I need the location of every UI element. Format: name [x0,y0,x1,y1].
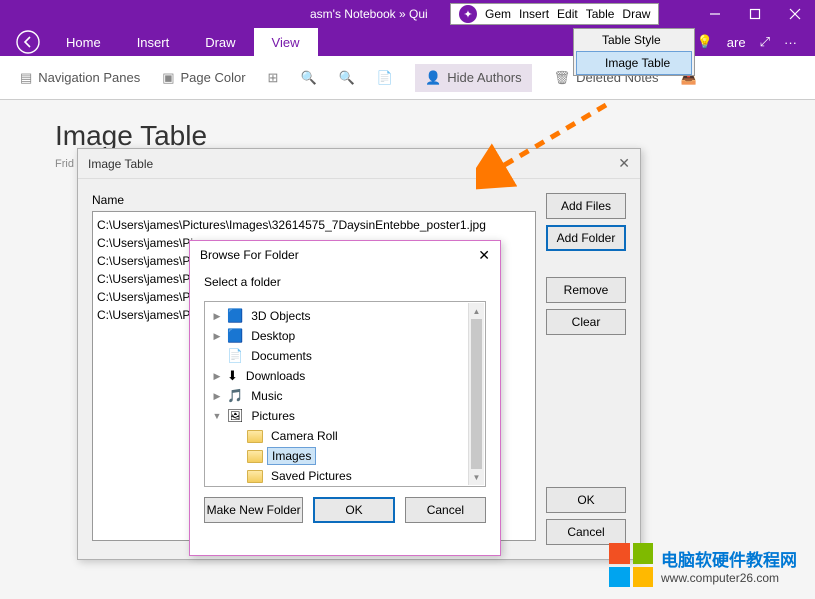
expand-icon[interactable]: ▼ [211,411,223,421]
gem-menu-bar: ✦ Gem Insert Edit Table Draw [450,3,659,25]
zoom-in-icon: 🔍 [339,70,355,86]
remove-button[interactable]: Remove [546,277,626,303]
watermark: 电脑软硬件教程网 www.computer26.com [609,543,797,587]
tree-label[interactable]: Saved Pictures [267,468,356,484]
folder-icon: 🟦 [227,308,243,324]
trash-icon: 🗑 [554,70,571,86]
tree-node[interactable]: ▶ 🟦3D Objects [207,306,483,326]
gem-menu-gem[interactable]: Gem [485,7,511,21]
tree-label[interactable]: Camera Roll [267,428,342,444]
tree-label[interactable]: Music [247,388,286,404]
maximize-button[interactable] [735,0,775,28]
close-button[interactable] [775,0,815,28]
nav-panes-button[interactable]: ▤Navigation Panes [20,70,140,86]
folder-icon [247,450,263,463]
tab-view[interactable]: View [254,28,318,56]
scrollbar[interactable]: ▲ ▼ [468,303,484,485]
tell-me-icon[interactable]: 💡 [697,34,713,50]
dialog-title: Image Table [88,157,153,171]
windows-logo-icon [609,543,653,587]
watermark-url: www.computer26.com [661,571,797,585]
page-color-icon: ▣ [162,70,174,86]
author-icon: 👤 [425,70,441,86]
fullscreen-icon[interactable]: ⤢ [760,34,770,50]
tree-label[interactable]: 3D Objects [247,308,314,324]
zoom-out-icon: 🔍 [300,70,316,86]
scroll-thumb[interactable] [471,319,482,469]
close-icon[interactable]: ✕ [618,155,630,172]
gem-menu-insert[interactable]: Insert [519,7,549,21]
expand-icon[interactable]: ▶ [211,371,223,382]
gem-menu-table[interactable]: Table [586,7,615,21]
folder-icon [247,470,263,483]
add-files-button[interactable]: Add Files [546,193,626,219]
add-folder-button[interactable]: Add Folder [546,225,626,251]
folder-tree[interactable]: ▶🟦3D Objects▶🟦Desktop📄Documents▶⬇Downloa… [204,301,486,487]
more-icon[interactable]: ··· [784,35,797,50]
list-item[interactable]: C:\Users\james\Pictures\Images\32614575_… [97,216,531,234]
minimize-button[interactable] [695,0,735,28]
name-column-header: Name [92,193,536,207]
tree-node[interactable]: Images [207,446,483,466]
zoom-100-button[interactable]: 📄 [377,70,393,86]
expand-icon[interactable]: ▶ [211,311,223,322]
tree-label[interactable]: Images [267,447,316,465]
cancel-button[interactable]: Cancel [546,519,626,545]
tree-label[interactable]: Documents [247,348,316,364]
rule-lines-button[interactable]: ⊞ [268,70,279,86]
share-button[interactable]: are [727,35,746,50]
gem-menu-draw[interactable]: Draw [622,7,650,21]
grid-icon: ⊞ [268,70,279,86]
scroll-down-icon[interactable]: ▼ [469,469,484,485]
back-button[interactable] [8,29,48,55]
folder-icon [247,430,263,443]
expand-icon[interactable]: ▶ [211,331,223,342]
hide-authors-button[interactable]: 👤Hide Authors [415,64,532,92]
tab-insert[interactable]: Insert [119,28,188,56]
tree-label[interactable]: Pictures [248,408,299,424]
menu-image-table[interactable]: Image Table [576,51,692,75]
ok-button[interactable]: OK [313,497,394,523]
gem-icon: ✦ [459,5,477,23]
menu-table-style[interactable]: Table Style [574,29,694,51]
tree-label[interactable]: Downloads [242,368,309,384]
titlebar: asm's Notebook » Qui [0,0,815,28]
zoom-100-icon: 📄 [377,70,393,86]
folder-icon: 🖼 [227,408,244,424]
tree-node[interactable]: ▶ 🟦Desktop [207,326,483,346]
expand-icon[interactable]: ▶ [211,391,223,402]
dialog-subtitle: Select a folder [190,269,500,295]
browse-folder-dialog: Browse For Folder ✕ Select a folder ▶ 🟦3D… [189,240,501,556]
panes-icon: ▤ [20,70,32,86]
tab-home[interactable]: Home [48,28,119,56]
folder-icon: 📄 [227,348,243,364]
table-dropdown: Table Style Image Table [573,28,695,76]
ok-button[interactable]: OK [546,487,626,513]
clear-button[interactable]: Clear [546,309,626,335]
tree-node[interactable]: Camera Roll [207,426,483,446]
folder-icon: 🟦 [227,328,243,344]
folder-icon: ⬇ [227,368,238,384]
tree-node[interactable]: 📄Documents [207,346,483,366]
folder-icon: 🎵 [227,388,243,404]
make-folder-button[interactable]: Make New Folder [204,497,303,523]
zoom-out-button[interactable]: 🔍 [300,70,316,86]
tree-node[interactable]: ▼ 🖼Pictures [207,406,483,426]
cancel-button[interactable]: Cancel [405,497,486,523]
tree-node[interactable]: ▶ ⬇Downloads [207,366,483,386]
scroll-up-icon[interactable]: ▲ [469,303,484,319]
zoom-in-button[interactable]: 🔍 [339,70,355,86]
gem-menu-edit[interactable]: Edit [557,7,578,21]
tree-node[interactable]: ▶ 🎵Music [207,386,483,406]
tree-label[interactable]: Desktop [247,328,299,344]
watermark-text: 电脑软硬件教程网 [661,546,797,571]
tree-node[interactable]: Saved Pictures [207,466,483,486]
close-icon[interactable]: ✕ [478,247,490,264]
tab-draw[interactable]: Draw [187,28,253,56]
page-color-button[interactable]: ▣Page Color [162,70,245,86]
dialog-title: Browse For Folder [200,248,299,262]
